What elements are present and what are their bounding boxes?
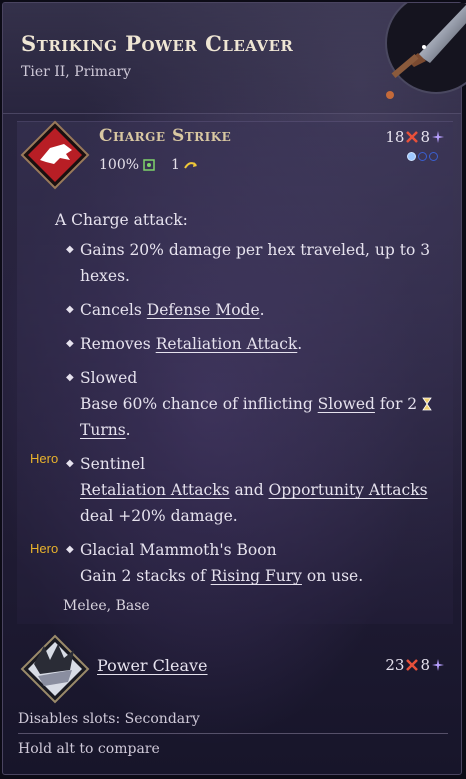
disables-slots: Disables slots: Secondary bbox=[18, 711, 200, 727]
bullet-sentinel: ◆ Sentinel Retaliation Attacks and Oppor… bbox=[55, 451, 435, 529]
pip-filled bbox=[407, 152, 416, 161]
power-cleave-icon[interactable] bbox=[20, 634, 90, 704]
ability-description: A Charge attack: ◆ Gains 20% damage per … bbox=[55, 207, 435, 589]
link-retaliation-attacks[interactable]: Retaliation Attacks bbox=[80, 481, 230, 499]
strike-cost-icon bbox=[406, 131, 419, 143]
diamond-bullet-icon: ◆ bbox=[66, 372, 74, 383]
accuracy-value: 100% bbox=[99, 157, 140, 173]
alt-cost-red-value: 23 bbox=[385, 656, 405, 674]
compare-hint: Hold alt to compare bbox=[18, 741, 160, 757]
link-opportunity-attacks[interactable]: Opportunity Attacks bbox=[269, 481, 428, 499]
hero-badge: Hero bbox=[30, 541, 59, 556]
hero-badge: Hero bbox=[30, 451, 59, 466]
ability-stats: 100% 1 bbox=[99, 157, 198, 173]
bullet-removes: ◆ Removes Retaliation Attack. bbox=[55, 331, 435, 357]
charge-strike-icon[interactable] bbox=[20, 120, 90, 190]
alt-ability-cost: 23 8 bbox=[385, 656, 444, 674]
bullet-cancels: ◆ Cancels Defense Mode. bbox=[55, 297, 435, 323]
diamond-bullet-icon: ◆ bbox=[66, 458, 74, 469]
bullet-hex-damage: ◆ Gains 20% damage per hex traveled, up … bbox=[55, 237, 435, 289]
range-arrow-icon bbox=[184, 162, 197, 169]
alt-cost-purple-value: 8 bbox=[420, 656, 430, 674]
cost-purple-value: 8 bbox=[420, 128, 430, 146]
footer-divider bbox=[18, 733, 448, 734]
alt-ability-name[interactable]: Power Cleave bbox=[97, 656, 208, 675]
bullet-slowed: ◆ Slowed Base 60% chance of inflicting S… bbox=[55, 365, 435, 443]
accuracy-icon bbox=[143, 159, 155, 171]
link-retaliation-attack[interactable]: Retaliation Attack bbox=[156, 335, 298, 353]
diamond-bullet-icon: ◆ bbox=[66, 544, 74, 555]
link-defense-mode[interactable]: Defense Mode bbox=[147, 301, 260, 319]
diamond-bullet-icon: ◆ bbox=[66, 244, 74, 255]
cleaver-weapon-icon bbox=[385, 3, 466, 99]
charge-pips bbox=[407, 152, 438, 161]
pip-empty bbox=[418, 152, 427, 161]
range-value: 1 bbox=[171, 157, 180, 173]
tooltip-header: Striking Power Cleaver Tier II, Primary bbox=[3, 3, 466, 114]
diamond-bullet-icon: ◆ bbox=[66, 304, 74, 315]
strike-cost-icon bbox=[406, 659, 419, 671]
cost-red-value: 18 bbox=[385, 128, 405, 146]
diamond-bullet-icon: ◆ bbox=[66, 338, 74, 349]
ability-cost: 18 8 bbox=[385, 128, 444, 146]
item-title: Striking Power Cleaver bbox=[21, 31, 294, 56]
description-intro: A Charge attack: bbox=[55, 211, 188, 229]
pip-empty bbox=[429, 152, 438, 161]
hourglass-icon bbox=[422, 397, 432, 411]
item-subtitle: Tier II, Primary bbox=[21, 64, 132, 80]
link-rising-fury[interactable]: Rising Fury bbox=[211, 567, 302, 585]
link-slowed[interactable]: Slowed bbox=[318, 395, 375, 413]
ability-name: Charge Strike bbox=[99, 126, 232, 146]
bullet-mammoth-boon: ◆ Glacial Mammoth's Boon Gain 2 stacks o… bbox=[55, 537, 435, 589]
spark-cost-icon bbox=[432, 659, 444, 671]
ability-tags: Melee, Base bbox=[63, 598, 150, 614]
spark-cost-icon bbox=[432, 131, 444, 143]
link-turns[interactable]: Turns bbox=[80, 421, 126, 439]
